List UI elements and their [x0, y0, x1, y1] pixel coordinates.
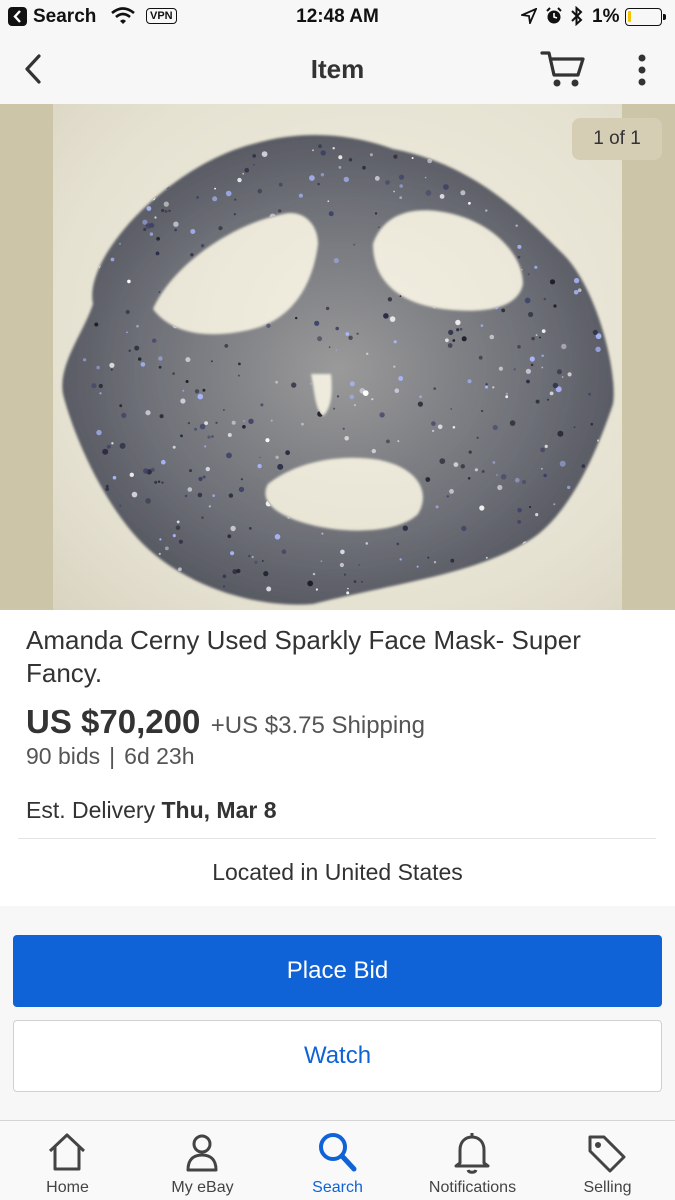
tab-label: My eBay — [171, 1179, 234, 1196]
person-icon — [186, 1134, 218, 1172]
bid-summary: 90 bids | 6d 23h — [26, 743, 195, 770]
tab-label: Notifications — [428, 1179, 517, 1196]
location-arrow-icon — [518, 7, 538, 30]
bluetooth-icon — [570, 5, 584, 32]
more-vertical-icon[interactable] — [628, 50, 656, 90]
estimated-delivery: Est. Delivery Thu, Mar 8 — [26, 797, 277, 824]
status-bar: Search VPN 12:48 AM 1% — [0, 0, 675, 34]
tab-search[interactable]: Search — [270, 1121, 405, 1200]
home-icon — [48, 1133, 86, 1171]
time-left: 6d 23h — [124, 743, 195, 769]
navigation-bar: Item — [0, 34, 675, 104]
tag-icon — [588, 1135, 626, 1173]
alarm-icon — [545, 7, 563, 31]
tab-label: Selling — [583, 1179, 632, 1196]
item-location: Located in United States — [212, 859, 463, 885]
delivery-date: Thu, Mar 8 — [161, 797, 277, 823]
image-counter-badge: 1 of 1 — [572, 118, 662, 160]
tab-bar: Home My eBay Search Notifications Sellin… — [0, 1120, 675, 1200]
cart-icon[interactable] — [540, 48, 586, 90]
bid-count[interactable]: 90 bids — [26, 743, 100, 769]
tab-home[interactable]: Home — [0, 1121, 135, 1200]
item-title: Amanda Cerny Used Sparkly Face Mask- Sup… — [26, 625, 581, 688]
tab-label: Home — [46, 1179, 89, 1196]
divider — [18, 838, 656, 839]
battery-percent: 1% — [592, 6, 620, 27]
bell-icon — [454, 1133, 490, 1174]
price-row: US $70,200 +US $3.75 Shipping — [26, 703, 425, 741]
watch-button[interactable]: Watch — [13, 1020, 662, 1092]
tab-my-ebay[interactable]: My eBay — [135, 1121, 270, 1200]
separator: | — [109, 743, 116, 769]
search-icon — [319, 1133, 357, 1172]
place-bid-button[interactable]: Place Bid — [13, 935, 662, 1007]
tab-notifications[interactable]: Notifications — [405, 1121, 540, 1200]
item-price: US $70,200 — [26, 703, 201, 740]
tab-label: Search — [312, 1179, 363, 1196]
shipping-cost: +US $3.75 Shipping — [210, 712, 425, 739]
item-photo[interactable] — [53, 104, 622, 610]
delivery-label: Est. Delivery — [26, 797, 156, 823]
item-image-gallery[interactable]: 1 of 1 — [0, 104, 675, 610]
item-details: Amanda Cerny Used Sparkly Face Mask- Sup… — [0, 610, 675, 906]
tab-selling[interactable]: Selling — [540, 1121, 675, 1200]
battery-icon — [625, 8, 666, 26]
